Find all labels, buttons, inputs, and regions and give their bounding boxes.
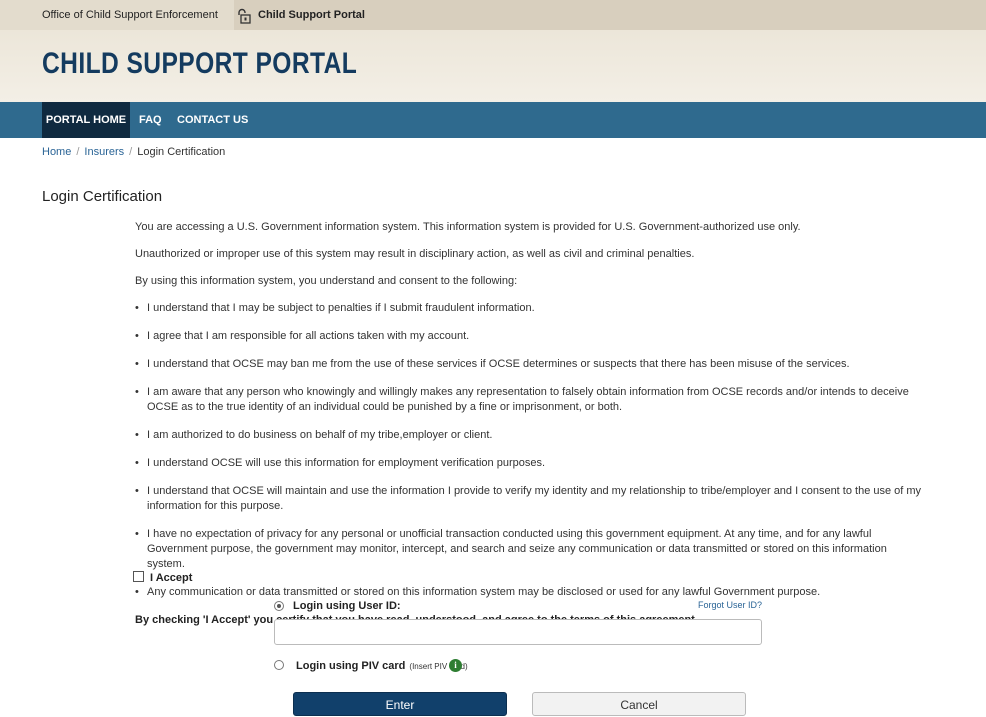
accept-label[interactable]: I Accept — [150, 572, 192, 584]
breadcrumb-separator: / — [76, 146, 80, 158]
term-item: I am aware that any person who knowingly… — [135, 385, 925, 415]
term-item: Any communication or data transmitted or… — [135, 585, 925, 600]
info-icon[interactable]: i — [449, 659, 462, 672]
intro-paragraph: You are accessing a U.S. Government info… — [135, 221, 801, 233]
term-item: I have no expectation of privacy for any… — [135, 527, 925, 572]
breadcrumb: Home / Insurers / Login Certification — [42, 146, 225, 158]
header-banner: CHILD SUPPORT PORTAL — [0, 30, 986, 102]
breadcrumb-home[interactable]: Home — [42, 146, 71, 158]
portal-link[interactable]: Child Support Portal — [258, 0, 365, 30]
breadcrumb-current: Login Certification — [137, 146, 226, 158]
main-nav: PORTAL HOME FAQ CONTACT US — [0, 102, 986, 138]
breadcrumb-chevron — [218, 0, 230, 30]
agency-link[interactable]: Office of Child Support Enforcement — [0, 0, 234, 30]
cancel-button[interactable]: Cancel — [532, 692, 746, 716]
enter-button[interactable]: Enter — [293, 692, 507, 716]
certification-text: You are accessing a U.S. Government info… — [135, 220, 925, 640]
nav-portal-home[interactable]: PORTAL HOME — [42, 102, 130, 138]
piv-login-label[interactable]: Login using PIV card (Insert PIV card) — [296, 660, 468, 672]
nav-contact-us[interactable]: CONTACT US — [177, 102, 248, 138]
term-item: I understand that OCSE may ban me from t… — [135, 357, 925, 372]
piv-radio[interactable] — [274, 660, 284, 670]
nav-faq[interactable]: FAQ — [139, 102, 162, 138]
page-title: Login Certification — [42, 188, 163, 205]
userid-input[interactable] — [274, 619, 762, 645]
term-item: I understand OCSE will use this informat… — [135, 456, 925, 471]
term-item: I understand that OCSE will maintain and… — [135, 484, 925, 514]
term-item: I agree that I am responsible for all ac… — [135, 329, 925, 344]
accept-row: I Accept — [133, 571, 192, 584]
intro-paragraph: Unauthorized or improper use of this sys… — [135, 248, 695, 260]
unlock-icon — [238, 8, 251, 24]
top-breadcrumb-bar: Office of Child Support Enforcement Chil… — [0, 0, 986, 30]
term-item: I am authorized to do business on behalf… — [135, 428, 925, 443]
piv-label-text[interactable]: Login using PIV card — [296, 660, 405, 672]
userid-login-label[interactable]: Login using User ID: — [293, 600, 401, 612]
userid-radio[interactable] — [274, 601, 284, 611]
forgot-userid-link[interactable]: Forgot User ID? — [698, 600, 762, 610]
breadcrumb-separator: / — [129, 146, 133, 158]
breadcrumb-insurers[interactable]: Insurers — [84, 146, 124, 158]
term-item: I understand that I may be subject to pe… — [135, 301, 925, 316]
terms-list: I understand that I may be subject to pe… — [135, 301, 925, 600]
accept-checkbox[interactable] — [133, 571, 144, 582]
intro-paragraph: By using this information system, you un… — [135, 275, 518, 287]
site-title[interactable]: CHILD SUPPORT PORTAL — [42, 47, 357, 81]
